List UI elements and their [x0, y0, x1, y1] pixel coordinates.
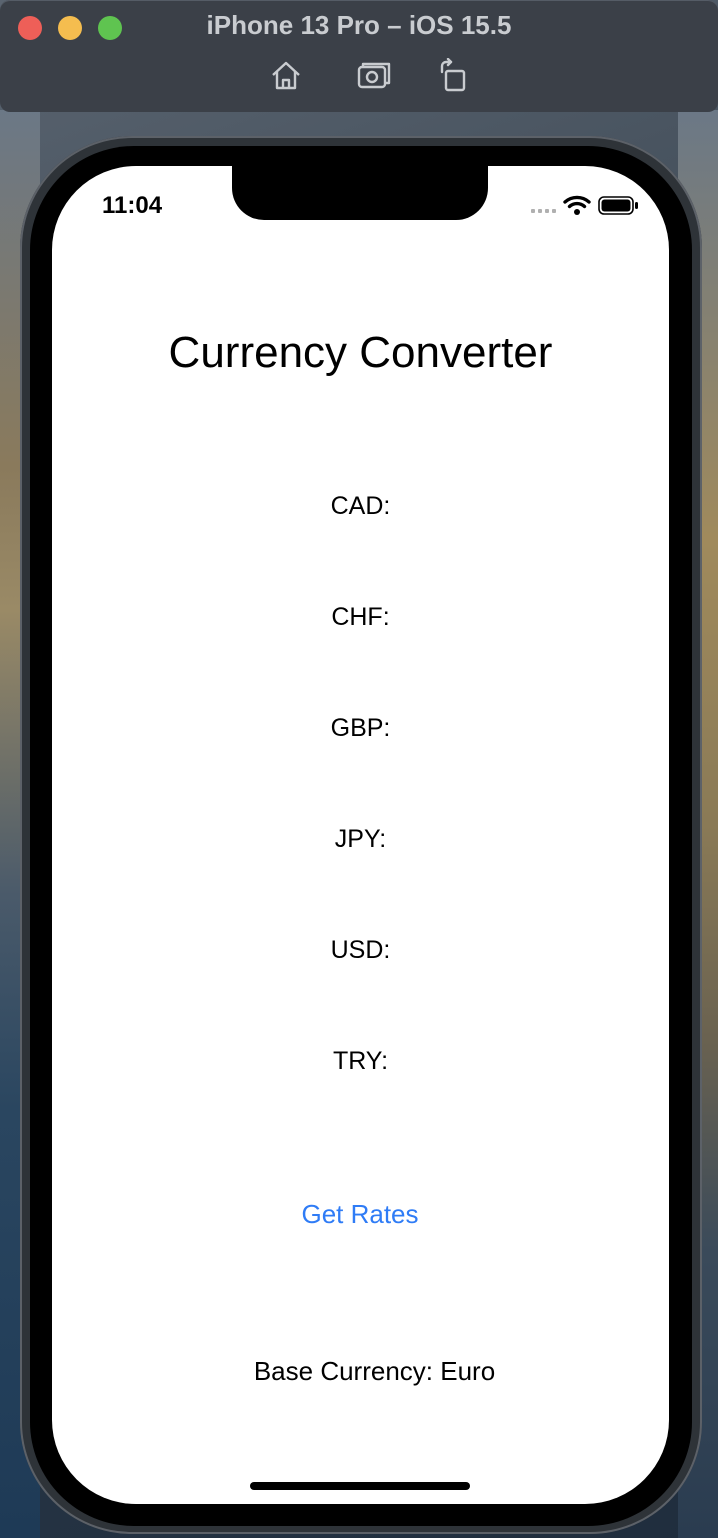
home-indicator[interactable]: [250, 1482, 470, 1490]
rate-label-cad: CAD:: [330, 492, 391, 520]
get-rates-button[interactable]: Get Rates: [260, 1194, 460, 1234]
base-currency-label: Base Currency: Euro: [253, 1356, 496, 1386]
battery-icon: [598, 196, 638, 215]
wifi-icon: [563, 195, 591, 215]
rate-label-chf: CHF:: [331, 603, 390, 631]
window-title: iPhone 13 Pro – iOS 15.5: [206, 10, 512, 40]
rate-label-try: TRY:: [332, 1047, 389, 1075]
rate-label-jpy: JPY:: [334, 825, 387, 853]
rate-label-usd: USD:: [330, 936, 391, 964]
simulator-titlebar: iPhone 13 Pro – iOS 15.5: [0, 0, 718, 112]
notch: [232, 166, 488, 220]
rate-label-gbp: GBP:: [330, 714, 391, 742]
phone-screen: 11:04 Currency Converter CAD: CHF: GBP:: [52, 166, 669, 1504]
cellular-signal-icon: [531, 209, 556, 213]
status-time: 11:04: [102, 192, 163, 219]
screenshot-icon[interactable]: [356, 58, 392, 94]
home-icon[interactable]: [268, 58, 304, 94]
rotate-icon[interactable]: [436, 57, 472, 94]
status-icons: [531, 194, 639, 218]
app-title: Currency Converter: [168, 328, 553, 377]
